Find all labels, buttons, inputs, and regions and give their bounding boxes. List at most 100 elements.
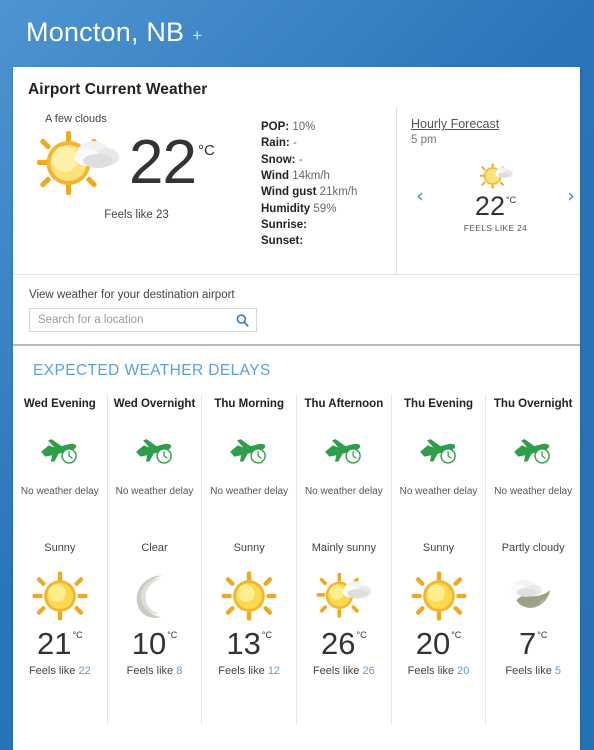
detail-value: -: [292, 137, 297, 150]
forecast-temperature: 26 °C: [321, 628, 367, 659]
forecast-period-label: Wed Evening: [23, 398, 96, 410]
detail-key: Rain:: [261, 137, 290, 150]
forecast-feels-like: Feels like 22: [13, 665, 107, 677]
moon-cloud-icon: [510, 579, 551, 608]
forecast-temperature-unit: °C: [72, 630, 83, 640]
detail-row: Snow: -: [261, 152, 396, 168]
page-title: Moncton, NB: [26, 17, 185, 47]
feels-like-prefix: Feels like: [407, 665, 458, 677]
sun-icon: [221, 571, 277, 621]
detail-key: Wind gust: [261, 186, 317, 199]
forecast-feels-like: Feels like 8: [108, 665, 202, 677]
card-title: Airport Current Weather: [28, 81, 208, 98]
plane-clock-icon: [324, 439, 361, 464]
search-icon[interactable]: [235, 313, 250, 328]
forecast-condition-label: Sunny: [233, 542, 265, 554]
hourly-temperature-value: 22: [474, 191, 505, 221]
feels-like-value: 5: [554, 665, 562, 677]
plane-clock-icon: [419, 439, 456, 464]
feels-like-prefix: Feels like: [218, 665, 268, 677]
forecast-feels-like: Feels like 26: [297, 665, 391, 677]
plane-clock-icon: [135, 439, 172, 464]
detail-value: 59%: [313, 202, 337, 215]
moon-icon: [136, 575, 162, 618]
search-box[interactable]: [29, 308, 257, 332]
current-temperature: 22 °C: [129, 131, 215, 193]
forecast-temperature: 13 °C: [226, 628, 272, 659]
forecast-feels-like: Feels like 20: [392, 665, 486, 677]
forecast-condition-label: Sunny: [44, 542, 76, 554]
sun-cloud-icon: [479, 163, 513, 189]
forecast-temperature-value: 7: [519, 626, 537, 661]
forecast-condition-label: Mainly sunny: [311, 542, 376, 554]
feels-like-prefix: Feels like: [28, 665, 79, 677]
forecast-temperature-unit: °C: [451, 630, 462, 640]
search-input[interactable]: [38, 314, 235, 326]
forecast-temperature-unit: °C: [356, 630, 367, 640]
forecast-period-label: Thu Overnight: [493, 398, 573, 410]
detail-row: Sunrise:: [261, 217, 396, 233]
feels-like-value: 8: [176, 665, 183, 677]
forecast-feels-like: Feels like 12: [202, 665, 296, 677]
hourly-forecast-time: 5 pm: [411, 134, 437, 146]
delay-status-text: No weather delay: [20, 486, 99, 497]
expected-weather-delays-title: EXPECTED WEATHER DELAYS: [33, 362, 271, 379]
destination-search-section: View weather for your destination airpor…: [13, 274, 580, 344]
feels-like-value: 22: [78, 665, 91, 677]
feels-like-prefix: Feels like: [126, 665, 177, 677]
current-weather-details: POP: 10% Rain: - Snow: - Wind 14km/h Win…: [261, 107, 396, 274]
feels-like-value: 26: [362, 665, 375, 677]
forecast-period-label: Thu Afternoon: [304, 398, 384, 410]
forecast-condition-label: Clear: [141, 542, 168, 554]
forecast-temperature: 7 °C: [519, 628, 547, 659]
sun-icon: [411, 571, 466, 621]
detail-value: -: [298, 153, 303, 166]
forecast-column: Thu Afternoon No weather delay Mainly su…: [297, 394, 392, 724]
add-city-button[interactable]: +: [192, 27, 202, 44]
detail-key: POP:: [261, 121, 290, 133]
search-caption: View weather for your destination airpor…: [29, 289, 235, 301]
hourly-prev-button[interactable]: ‹: [411, 187, 429, 206]
current-feels-like: Feels like 23: [104, 209, 169, 221]
forecast-temperature-unit: °C: [167, 630, 178, 640]
feels-like-prefix: Feels like: [312, 665, 363, 677]
hourly-temperature: 22 °C: [475, 193, 516, 220]
detail-row: Humidity 59%: [261, 201, 396, 217]
delay-status-text: No weather delay: [494, 486, 573, 497]
forecast-temperature: 20 °C: [416, 628, 462, 659]
plane-clock-icon: [514, 439, 550, 464]
forecast-column: Thu Morning No weather delay Sunny 13 °C…: [202, 394, 298, 724]
feels-like-value: 12: [267, 665, 281, 677]
forecast-column: Wed Evening No weather delay Sunny 21 °C…: [13, 394, 108, 724]
forecast-temperature: 21 °C: [37, 628, 83, 659]
forecast-column: Thu Evening No weather delay Sunny 20 °C…: [392, 394, 487, 724]
current-temperature-unit: °C: [197, 141, 215, 159]
weather-card: Airport Current Weather A few clouds 22 …: [13, 67, 580, 750]
forecast-temperature-value: 26: [321, 626, 356, 661]
forecast-feels-like: Feels like 5: [486, 665, 580, 677]
hourly-temperature-unit: °C: [505, 195, 517, 205]
delay-status-text: No weather delay: [115, 486, 194, 497]
feels-like-prefix: Feels like: [505, 665, 555, 677]
hourly-forecast-link[interactable]: Hourly Forecast: [411, 117, 580, 131]
hourly-forecast-panel: Hourly Forecast 5 pm ‹ 22 °C FEELS LIKE …: [396, 107, 580, 274]
forecast-temperature: 10 °C: [132, 628, 178, 659]
hourly-feels-like: FEELS LIKE 24: [463, 223, 528, 233]
delay-status-text: No weather delay: [399, 486, 478, 497]
detail-key: Wind: [261, 169, 289, 182]
delay-status-text: No weather delay: [304, 486, 383, 497]
hourly-next-button[interactable]: ›: [562, 187, 580, 206]
forecast-temperature-value: 13: [226, 626, 261, 661]
current-weather-summary: A few clouds 22 °C Feels like 23: [13, 107, 261, 274]
detail-row: Rain: -: [261, 135, 396, 151]
delay-status-text: No weather delay: [210, 486, 289, 497]
current-weather-row: A few clouds 22 °C Feels like 23 POP: 10…: [13, 99, 580, 274]
feels-like-value: 20: [457, 665, 470, 677]
forecast-column: Wed Overnight No weather delay Clear 10 …: [108, 394, 203, 724]
detail-row: POP: 10%: [261, 119, 396, 135]
sun-icon: [32, 571, 88, 621]
forecast-condition-label: Sunny: [422, 542, 455, 554]
detail-value: 10%: [292, 121, 316, 133]
forecast-temperature-value: 10: [131, 626, 167, 661]
forecast-temperature-unit: °C: [537, 630, 548, 640]
